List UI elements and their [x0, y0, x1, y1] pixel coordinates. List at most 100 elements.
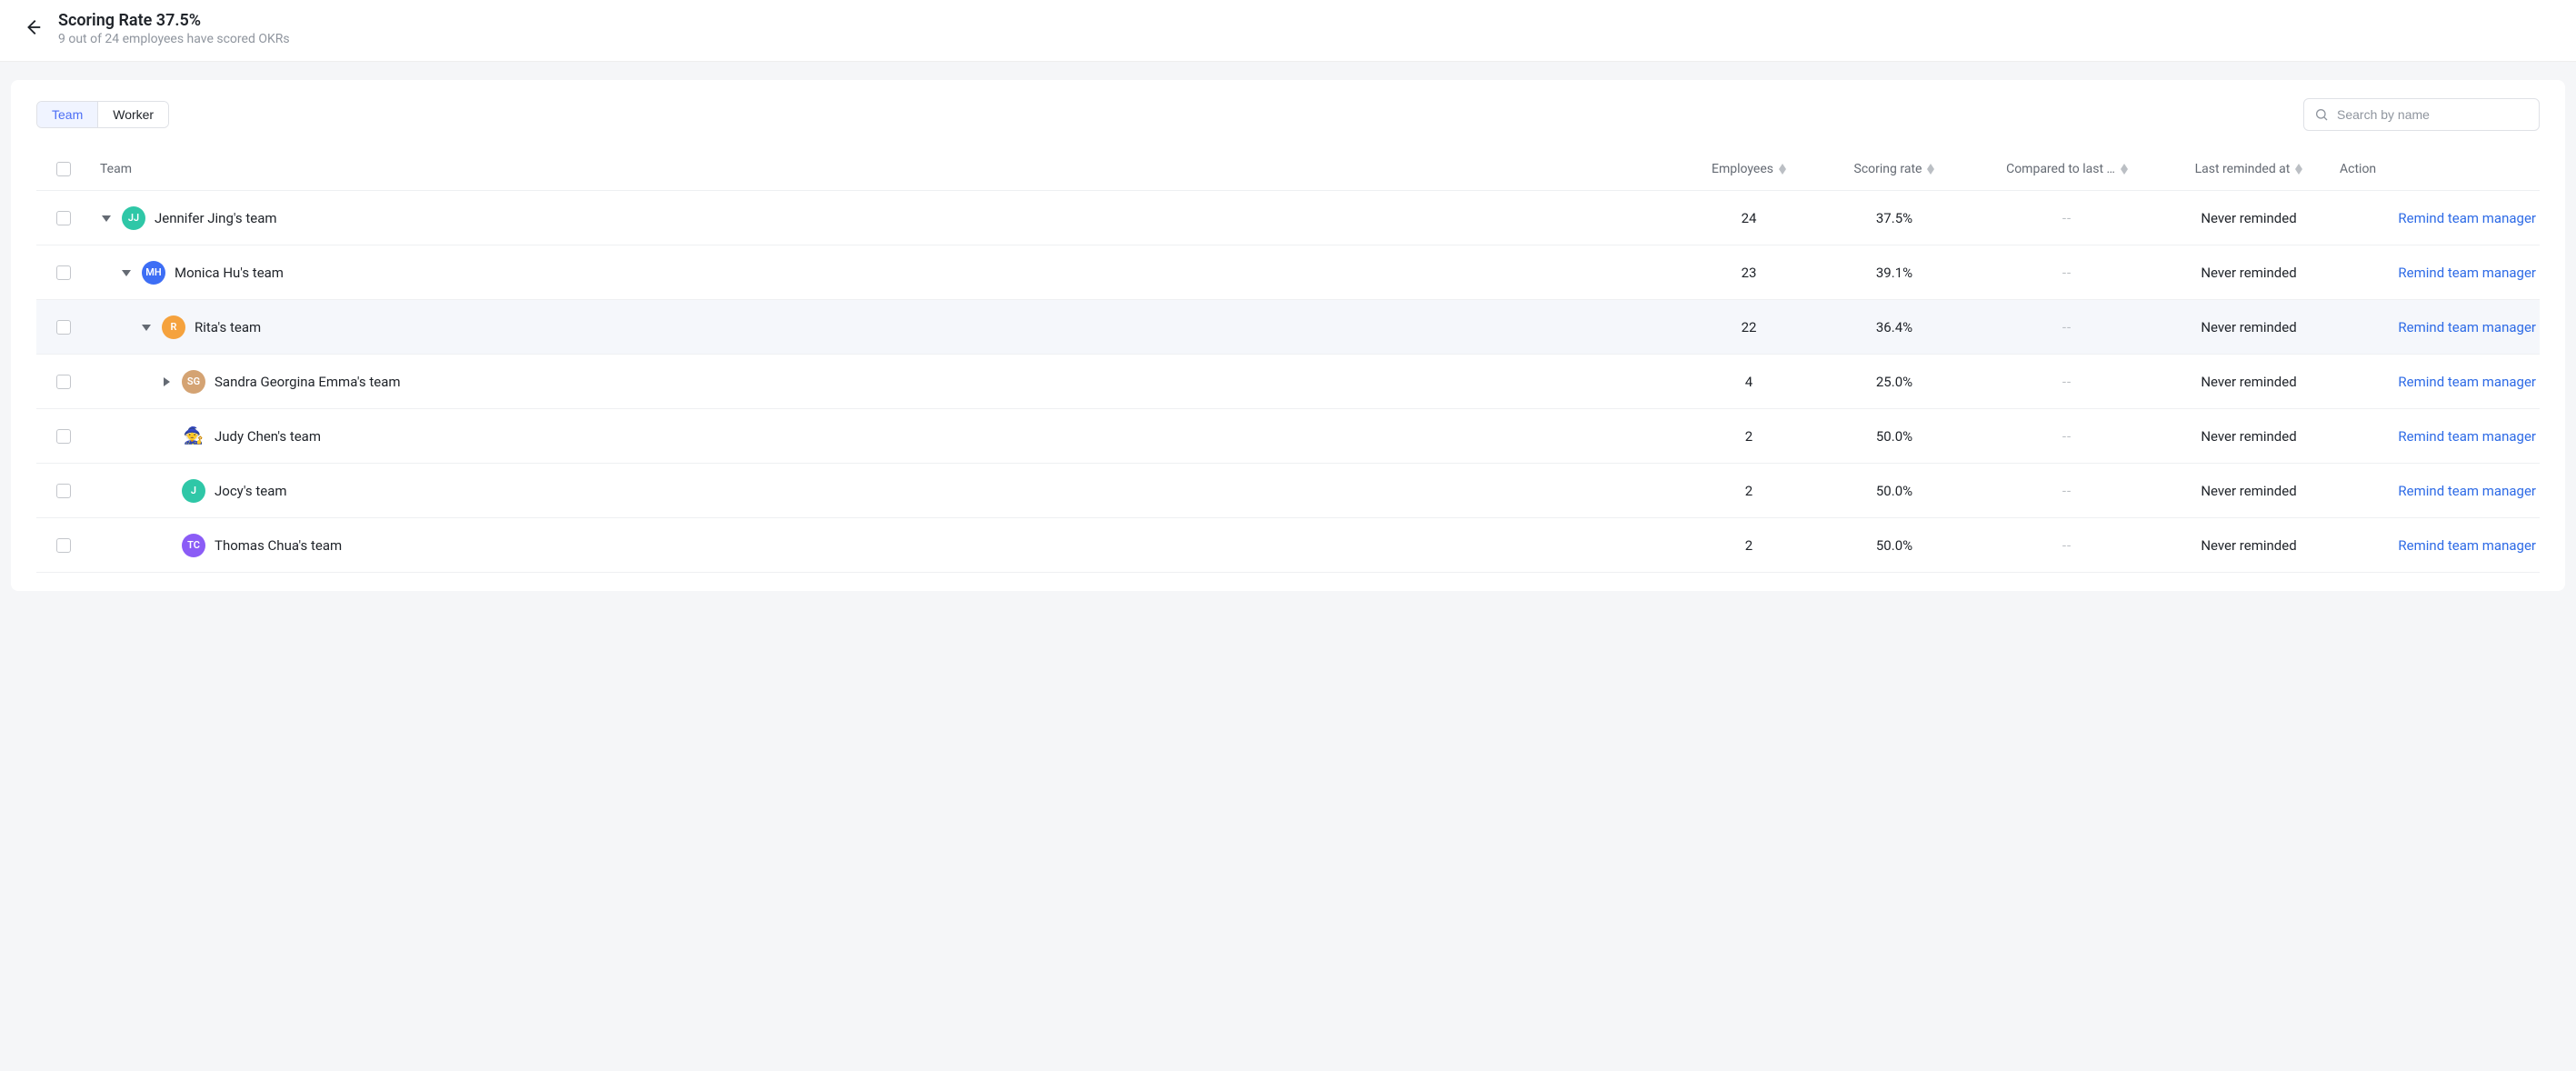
column-compared[interactable]: Compared to last … [1976, 162, 2158, 176]
compared-cell: -- [2062, 483, 2072, 499]
employees-cell: 22 [1685, 319, 1812, 335]
scoring-rate-cell: 39.1% [1812, 265, 1976, 281]
select-all-checkbox[interactable] [56, 162, 71, 176]
row-checkbox[interactable] [56, 265, 71, 280]
table-row: 🧙Judy Chen's team250.0%--Never remindedR… [36, 409, 2540, 464]
table-row: JJ Jennifer Jing's team 2437.5% -- Never rem… [36, 191, 2540, 245]
header-titles: Scoring Rate 37.5% 9 out of 24 employees… [58, 11, 290, 46]
avatar: R [162, 315, 185, 339]
column-action-label: Action [2340, 162, 2376, 176]
avatar: JJ [122, 206, 145, 230]
compared-cell: -- [2062, 428, 2072, 445]
scoring-rate-cell: 50.0% [1812, 483, 1976, 499]
team-cell: J Jocy's team [91, 479, 1685, 503]
remind-team-manager-link[interactable]: Remind team manager [2398, 210, 2536, 226]
remind-team-manager-link[interactable]: Remind team manager [2398, 265, 2536, 281]
chevron-down-icon[interactable] [140, 321, 153, 334]
last-reminded-cell: Never reminded [2158, 483, 2340, 499]
last-reminded-cell: Never reminded [2158, 428, 2340, 445]
compared-cell: -- [2062, 537, 2072, 554]
table-row: MHMonica Hu's team2339.1%--Never reminde… [36, 245, 2540, 300]
row-checkbox[interactable] [56, 320, 71, 335]
search-input[interactable] [2303, 98, 2540, 131]
row-checkbox[interactable] [56, 538, 71, 553]
team-name: Rita's team [195, 319, 261, 335]
avatar: 🧙 [182, 425, 205, 448]
scoring-rate-cell: 25.0% [1812, 374, 1976, 390]
column-scoring-rate[interactable]: Scoring rate [1812, 162, 1976, 176]
column-employees-label: Employees [1712, 162, 1773, 176]
tab-team[interactable]: Team [37, 102, 97, 127]
column-team: Team [100, 162, 1685, 176]
table-row: R Rita's team 2236.4% -- Never reminded Remin… [36, 300, 2540, 355]
chevron-right-icon[interactable] [160, 375, 173, 388]
team-name: Judy Chen's team [215, 428, 321, 445]
employees-cell: 24 [1685, 210, 1812, 226]
last-reminded-cell: Never reminded [2158, 319, 2340, 335]
employees-cell: 4 [1685, 374, 1812, 390]
avatar: J [182, 479, 205, 503]
sort-icon [2295, 164, 2302, 175]
last-reminded-cell: Never reminded [2158, 210, 2340, 226]
search-wrap [2303, 98, 2540, 131]
row-checkbox[interactable] [56, 211, 71, 225]
compared-cell: -- [2062, 265, 2072, 281]
tab-worker[interactable]: Worker [97, 102, 168, 127]
employees-cell: 2 [1685, 483, 1812, 499]
avatar: MH [142, 261, 165, 285]
scoring-rate-cell: 50.0% [1812, 537, 1976, 554]
table-row: TCThomas Chua's team250.0% -- Never remind… [36, 518, 2540, 573]
sort-icon [1779, 164, 1786, 175]
team-name: Monica Hu's team [175, 265, 284, 281]
team-cell: SG Sandra Georgina Emma's team [91, 370, 1685, 394]
column-scoring-rate-label: Scoring rate [1854, 162, 1922, 176]
remind-team-manager-link[interactable]: Remind team manager [2398, 428, 2536, 445]
avatar: SG [182, 370, 205, 394]
last-reminded-cell: Never reminded [2158, 537, 2340, 554]
scoring-rate-cell: 37.5% [1812, 210, 1976, 226]
scoring-rate-cell: 50.0% [1812, 428, 1976, 445]
card-top-bar: Team Worker [36, 98, 2540, 131]
chevron-down-icon[interactable] [100, 212, 113, 225]
row-checkbox[interactable] [56, 375, 71, 389]
remind-team-manager-link[interactable]: Remind team manager [2398, 483, 2536, 499]
column-employees[interactable]: Employees [1685, 162, 1812, 176]
row-checkbox[interactable] [56, 484, 71, 498]
column-team-label: Team [100, 162, 132, 176]
team-name: Sandra Georgina Emma's team [215, 374, 401, 390]
remind-team-manager-link[interactable]: Remind team manager [2398, 374, 2536, 390]
team-name: Jennifer Jing's team [155, 210, 277, 226]
team-cell: 🧙 Judy Chen's team [91, 425, 1685, 448]
column-last-reminded-label: Last reminded at [2195, 162, 2291, 176]
table-row: J Jocy's team 250.0% -- Never reminded Remind… [36, 464, 2540, 518]
team-name: Jocy's team [215, 483, 287, 499]
table-row: SGSandra Georgina Emma's team425.0%--Nev… [36, 355, 2540, 409]
sort-icon [2121, 164, 2128, 175]
scoring-rate-cell: 36.4% [1812, 319, 1976, 335]
team-cell: JJ Jennifer Jing's team [91, 206, 1685, 230]
team-cell: R Rita's team [91, 315, 1685, 339]
employees-cell: 2 [1685, 537, 1812, 554]
last-reminded-cell: Never reminded [2158, 265, 2340, 281]
column-compared-label: Compared to last … [2006, 162, 2115, 176]
table-header-row: Team Employees Scoring rate [36, 147, 2540, 191]
table-body: JJJennifer Jing's team2437.5%--Never rem… [36, 191, 2540, 573]
search-icon [2314, 107, 2329, 122]
compared-cell: -- [2062, 210, 2072, 226]
team-cell: MH Monica Hu's team [91, 261, 1685, 285]
team-cell: TCThomas Chua's team [91, 534, 1685, 557]
page-header: Scoring Rate 37.5% 9 out of 24 employees… [0, 0, 2576, 62]
page-title: Scoring Rate 37.5% [58, 11, 290, 30]
remind-team-manager-link[interactable]: Remind team manager [2398, 319, 2536, 335]
remind-team-manager-link[interactable]: Remind team manager [2398, 537, 2536, 554]
column-last-reminded[interactable]: Last reminded at [2158, 162, 2340, 176]
sort-icon [1927, 164, 1934, 175]
chevron-down-icon[interactable] [120, 266, 133, 279]
row-checkbox[interactable] [56, 429, 71, 444]
view-segmented-control: Team Worker [36, 101, 169, 128]
avatar: TC [182, 534, 205, 557]
page-subtitle: 9 out of 24 employees have scored OKRs [58, 32, 290, 46]
last-reminded-cell: Never reminded [2158, 374, 2340, 390]
back-arrow-icon[interactable] [22, 16, 44, 38]
compared-cell: -- [2062, 319, 2072, 335]
